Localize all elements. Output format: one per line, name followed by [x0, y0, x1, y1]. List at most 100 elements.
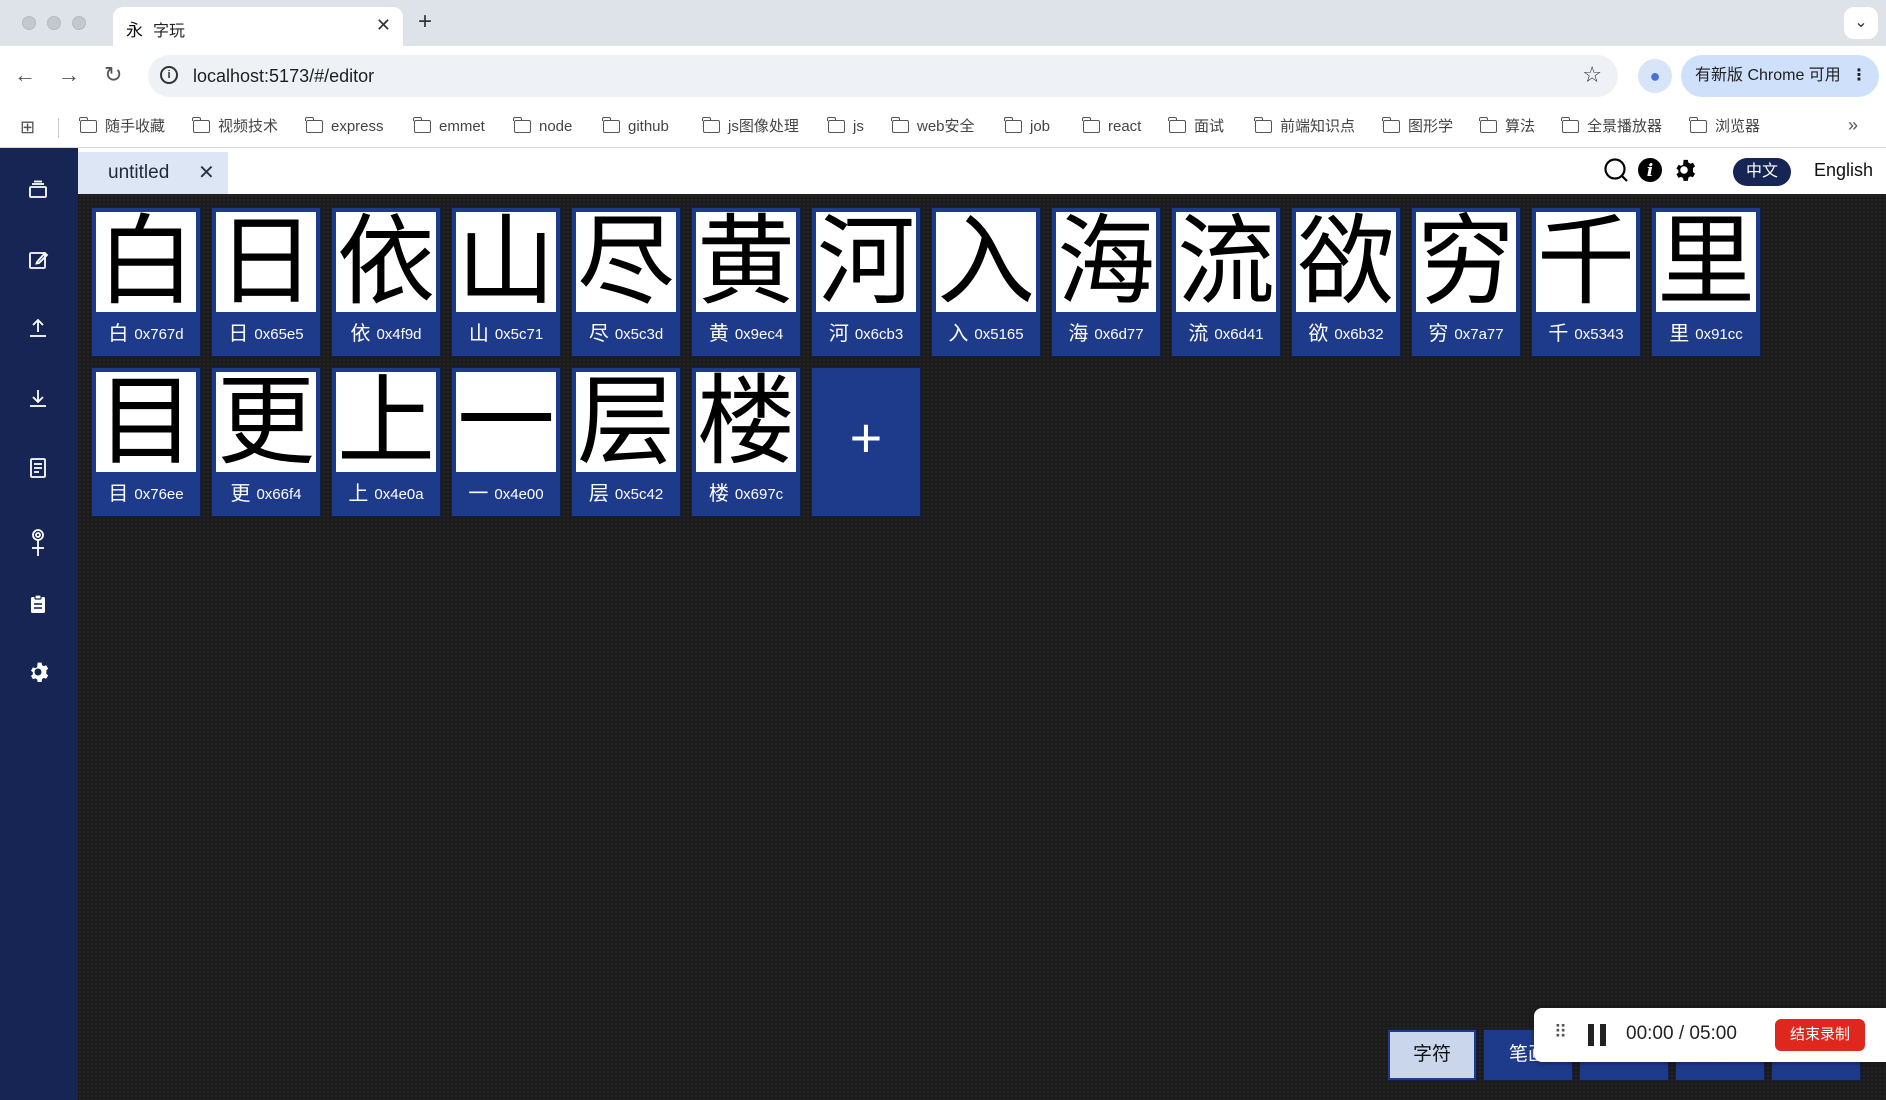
bookmark-label: express — [331, 118, 384, 135]
gear-icon[interactable] — [26, 660, 50, 684]
bookmark-item[interactable]: 面试 — [1168, 106, 1225, 148]
glyph-card[interactable]: 楼楼 0x697c — [692, 368, 800, 516]
address-bar[interactable]: i localhost:5173/#/editor ☆ — [148, 55, 1618, 97]
reload-button[interactable]: ↻ — [104, 62, 122, 88]
glyph-meta: 千 0x5343 — [1532, 314, 1640, 354]
glyph-meta: 依 0x4f9d — [332, 314, 440, 354]
bookmark-item[interactable]: 全景播放器 — [1561, 106, 1662, 148]
tab-search-button[interactable]: ⌄ — [1844, 7, 1878, 39]
glyph-char: 上 — [336, 372, 435, 472]
glyph-char: 流 — [1176, 212, 1275, 312]
glyph-card[interactable]: 更更 0x66f4 — [212, 368, 320, 516]
bookmark-item[interactable]: 前端知识点 — [1254, 106, 1355, 148]
bookmark-label: job — [1030, 118, 1051, 135]
bookmark-item[interactable]: 随手收藏 — [79, 106, 165, 148]
document-tab-close-icon[interactable]: ✕ — [198, 160, 215, 185]
window-minimize-button[interactable] — [47, 16, 61, 30]
folder-icon — [413, 117, 431, 133]
glyph-card[interactable]: 依依 0x4f9d — [332, 208, 440, 356]
favicon-icon: 永 — [126, 21, 143, 41]
mode-button[interactable]: 字符 — [1388, 1030, 1476, 1080]
download-icon[interactable] — [26, 386, 50, 410]
new-tab-button[interactable]: + — [418, 8, 432, 36]
document-tab-label: untitled — [108, 162, 170, 183]
document-tab[interactable]: untitled ✕ — [78, 152, 228, 194]
window-zoom-button[interactable] — [72, 16, 86, 30]
bookmark-star-icon[interactable]: ☆ — [1582, 62, 1602, 88]
add-glyph-button[interactable]: + — [812, 368, 920, 516]
bookmark-item[interactable]: 算法 — [1479, 106, 1535, 148]
url-text[interactable]: localhost:5173/#/editor — [193, 66, 374, 87]
tab-close-icon[interactable]: ✕ — [376, 15, 391, 36]
bookmark-item[interactable]: github — [602, 106, 669, 148]
edit-icon[interactable] — [26, 248, 50, 272]
glyph-card[interactable]: 海海 0x6d77 — [1052, 208, 1160, 356]
window-close-button[interactable] — [22, 16, 36, 30]
document-icon[interactable] — [26, 456, 50, 480]
language-chinese-button[interactable]: 中文 — [1733, 158, 1791, 186]
bookmark-item[interactable]: node — [513, 106, 572, 148]
bookmark-item[interactable]: job — [1004, 106, 1051, 148]
back-button[interactable]: ← — [14, 62, 36, 88]
bookmark-item[interactable]: emmet — [413, 106, 485, 148]
site-info-icon[interactable]: i — [160, 66, 178, 84]
time-separator: / — [1678, 1023, 1685, 1044]
glyph-meta: 目 0x76ee — [92, 474, 200, 514]
glyph-card[interactable]: 流流 0x6d41 — [1172, 208, 1280, 356]
upload-icon[interactable] — [26, 316, 50, 340]
glyph-preview: 入 — [936, 212, 1036, 312]
glyph-card[interactable]: 上上 0x4e0a — [332, 368, 440, 516]
settings-icon[interactable] — [1671, 157, 1697, 183]
bookmark-item[interactable]: 浏览器 — [1689, 106, 1760, 148]
glyph-card[interactable]: 穷穷 0x7a77 — [1412, 208, 1520, 356]
bookmark-label: 面试 — [1194, 118, 1225, 135]
glyph-settings-icon[interactable] — [26, 526, 50, 558]
language-english-button[interactable]: English — [1814, 160, 1873, 181]
bookmark-item[interactable]: web安全 — [891, 106, 975, 148]
bookmark-item[interactable]: express — [305, 106, 384, 148]
recording-timer: 00:00 / 05:00 — [1626, 1023, 1737, 1045]
glyph-card[interactable]: 一一 0x4e00 — [452, 368, 560, 516]
pause-icon[interactable] — [1588, 1024, 1610, 1046]
glyph-char: 楼 — [696, 372, 795, 472]
glyph-card[interactable]: 欲欲 0x6b32 — [1292, 208, 1400, 356]
info-icon[interactable]: i — [1637, 157, 1663, 183]
layers-icon[interactable] — [26, 178, 50, 202]
glyph-card[interactable]: 山山 0x5c71 — [452, 208, 560, 356]
folder-icon — [1382, 117, 1400, 133]
glyph-card[interactable]: 千千 0x5343 — [1532, 208, 1640, 356]
glyph-card[interactable]: 尽尽 0x5c3d — [572, 208, 680, 356]
folder-icon — [1004, 117, 1022, 133]
glyph-code: 0x91cc — [1695, 326, 1743, 343]
browser-tab[interactable]: 永 字玩 ✕ — [113, 7, 403, 46]
glyph-card[interactable]: 日日 0x65e5 — [212, 208, 320, 356]
clipboard-icon[interactable] — [26, 592, 50, 616]
bookmark-label: js图像处理 — [728, 118, 799, 135]
glyph-card[interactable]: 白白 0x767d — [92, 208, 200, 356]
time-limit: 05:00 — [1689, 1023, 1737, 1044]
apps-grid-icon[interactable]: ⊞ — [20, 117, 35, 138]
glyph-card[interactable]: 黄黄 0x9ec4 — [692, 208, 800, 356]
bookmark-item[interactable]: 图形学 — [1382, 106, 1453, 148]
svg-text:i: i — [1647, 161, 1653, 181]
glyph-label-char: 穷 — [1428, 323, 1449, 345]
glyph-card[interactable]: 河河 0x6cb3 — [812, 208, 920, 356]
glyph-preview: 一 — [456, 372, 556, 472]
bookmark-item[interactable]: react — [1082, 106, 1141, 148]
bookmark-item[interactable]: 视频技术 — [192, 106, 278, 148]
bookmark-item[interactable]: js图像处理 — [702, 106, 799, 148]
glyph-meta: 一 0x4e00 — [452, 474, 560, 514]
drag-handle-icon[interactable]: ⠿ — [1554, 1022, 1567, 1043]
chrome-update-button[interactable]: 有新版 Chrome 可用 ⋮ — [1681, 55, 1879, 97]
glyph-card[interactable]: 入入 0x5165 — [932, 208, 1040, 356]
more-bookmarks-icon[interactable]: » — [1848, 115, 1858, 136]
profile-avatar[interactable]: ● — [1638, 59, 1672, 93]
stop-recording-button[interactable]: 结束录制 — [1775, 1019, 1865, 1051]
glyph-card[interactable]: 里里 0x91cc — [1652, 208, 1760, 356]
glyph-card[interactable]: 目目 0x76ee — [92, 368, 200, 516]
search-icon[interactable] — [1603, 157, 1629, 183]
glyph-card[interactable]: 层层 0x5c42 — [572, 368, 680, 516]
folder-icon — [192, 117, 210, 133]
bookmark-item[interactable]: js — [827, 106, 864, 148]
forward-button[interactable]: → — [58, 62, 80, 88]
